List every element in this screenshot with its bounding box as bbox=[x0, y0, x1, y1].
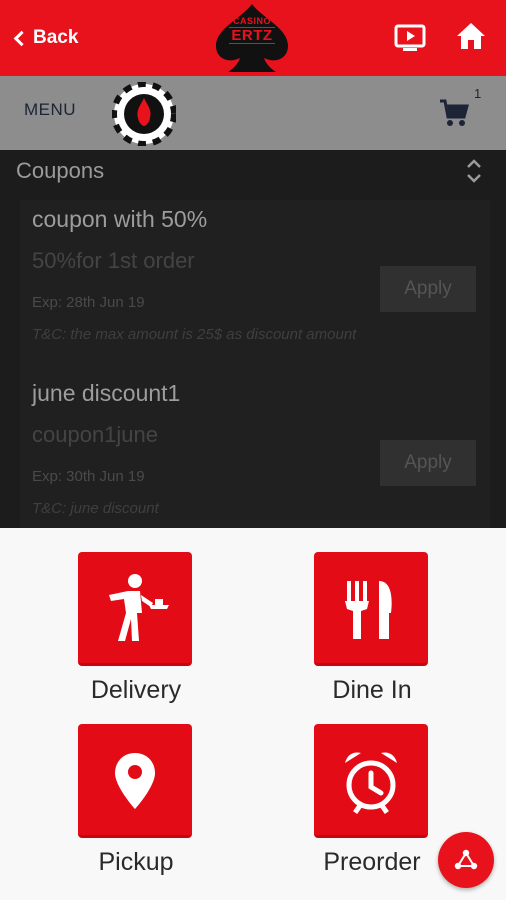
fork-knife-icon bbox=[345, 581, 392, 639]
coupon-terms: T&C: the max amount is 25$ as discount a… bbox=[32, 326, 357, 343]
alarm-clock-icon bbox=[345, 752, 397, 814]
cart-icon[interactable] bbox=[438, 98, 470, 128]
order-option-pickup[interactable]: Pickup bbox=[36, 724, 236, 894]
order-option-dine-in[interactable]: Dine In bbox=[272, 552, 472, 722]
share-icon bbox=[454, 849, 478, 870]
logo-text: CASINO ERTZ bbox=[212, 16, 292, 44]
location-pin-icon bbox=[115, 753, 155, 809]
menu-button[interactable]: MENU bbox=[24, 100, 76, 120]
apply-button[interactable]: Apply bbox=[380, 266, 476, 312]
coupons-title: Coupons bbox=[16, 158, 105, 183]
back-label: Back bbox=[33, 27, 79, 48]
waiter-icon bbox=[109, 574, 169, 641]
order-option-delivery[interactable]: Delivery bbox=[36, 552, 236, 722]
dine-in-label: Dine In bbox=[332, 676, 412, 704]
preorder-button[interactable] bbox=[314, 724, 428, 838]
pickup-label: Pickup bbox=[98, 848, 174, 876]
tv-icon[interactable] bbox=[393, 20, 427, 54]
share-fab[interactable] bbox=[438, 832, 494, 888]
back-button[interactable]: Back bbox=[10, 24, 78, 52]
menu-bar: MENU 1 bbox=[0, 76, 506, 150]
expand-collapse-icon[interactable] bbox=[462, 156, 486, 186]
coupon-expiry: Exp: 30th Jun 19 bbox=[32, 468, 145, 485]
cart-count-badge: 1 bbox=[474, 86, 482, 101]
chevron-left-icon bbox=[13, 30, 30, 46]
coupon-terms: T&C: june discount bbox=[32, 500, 159, 517]
dine-in-button[interactable] bbox=[314, 552, 428, 666]
logo-main-text: ERTZ bbox=[229, 27, 275, 44]
pickup-button[interactable] bbox=[78, 724, 192, 838]
coupon-expiry: Exp: 28th Jun 19 bbox=[32, 294, 145, 311]
logo-top-text: CASINO bbox=[232, 16, 271, 26]
top-app-bar: Back CASINO ERTZ bbox=[0, 0, 506, 76]
coupon-code: 50%for 1st order bbox=[32, 248, 195, 273]
home-icon[interactable] bbox=[454, 19, 488, 53]
coupon-code: coupon1june bbox=[32, 422, 159, 447]
delivery-button[interactable] bbox=[78, 552, 192, 666]
order-type-sheet: Delivery Dine In Pickup Preorder bbox=[0, 528, 506, 900]
coupon-list: coupon with 50% 50%for 1st order Exp: 28… bbox=[20, 200, 490, 528]
restaurant-logo bbox=[111, 81, 177, 147]
coupons-panel: Coupons coupon with 50% 50%for 1st order… bbox=[0, 150, 506, 528]
coupon-name: coupon with 50% bbox=[32, 206, 208, 232]
apply-button[interactable]: Apply bbox=[380, 440, 476, 486]
casino-logo[interactable]: CASINO ERTZ bbox=[212, 2, 292, 74]
delivery-label: Delivery bbox=[90, 676, 182, 704]
coupon-name: june discount1 bbox=[32, 380, 181, 406]
